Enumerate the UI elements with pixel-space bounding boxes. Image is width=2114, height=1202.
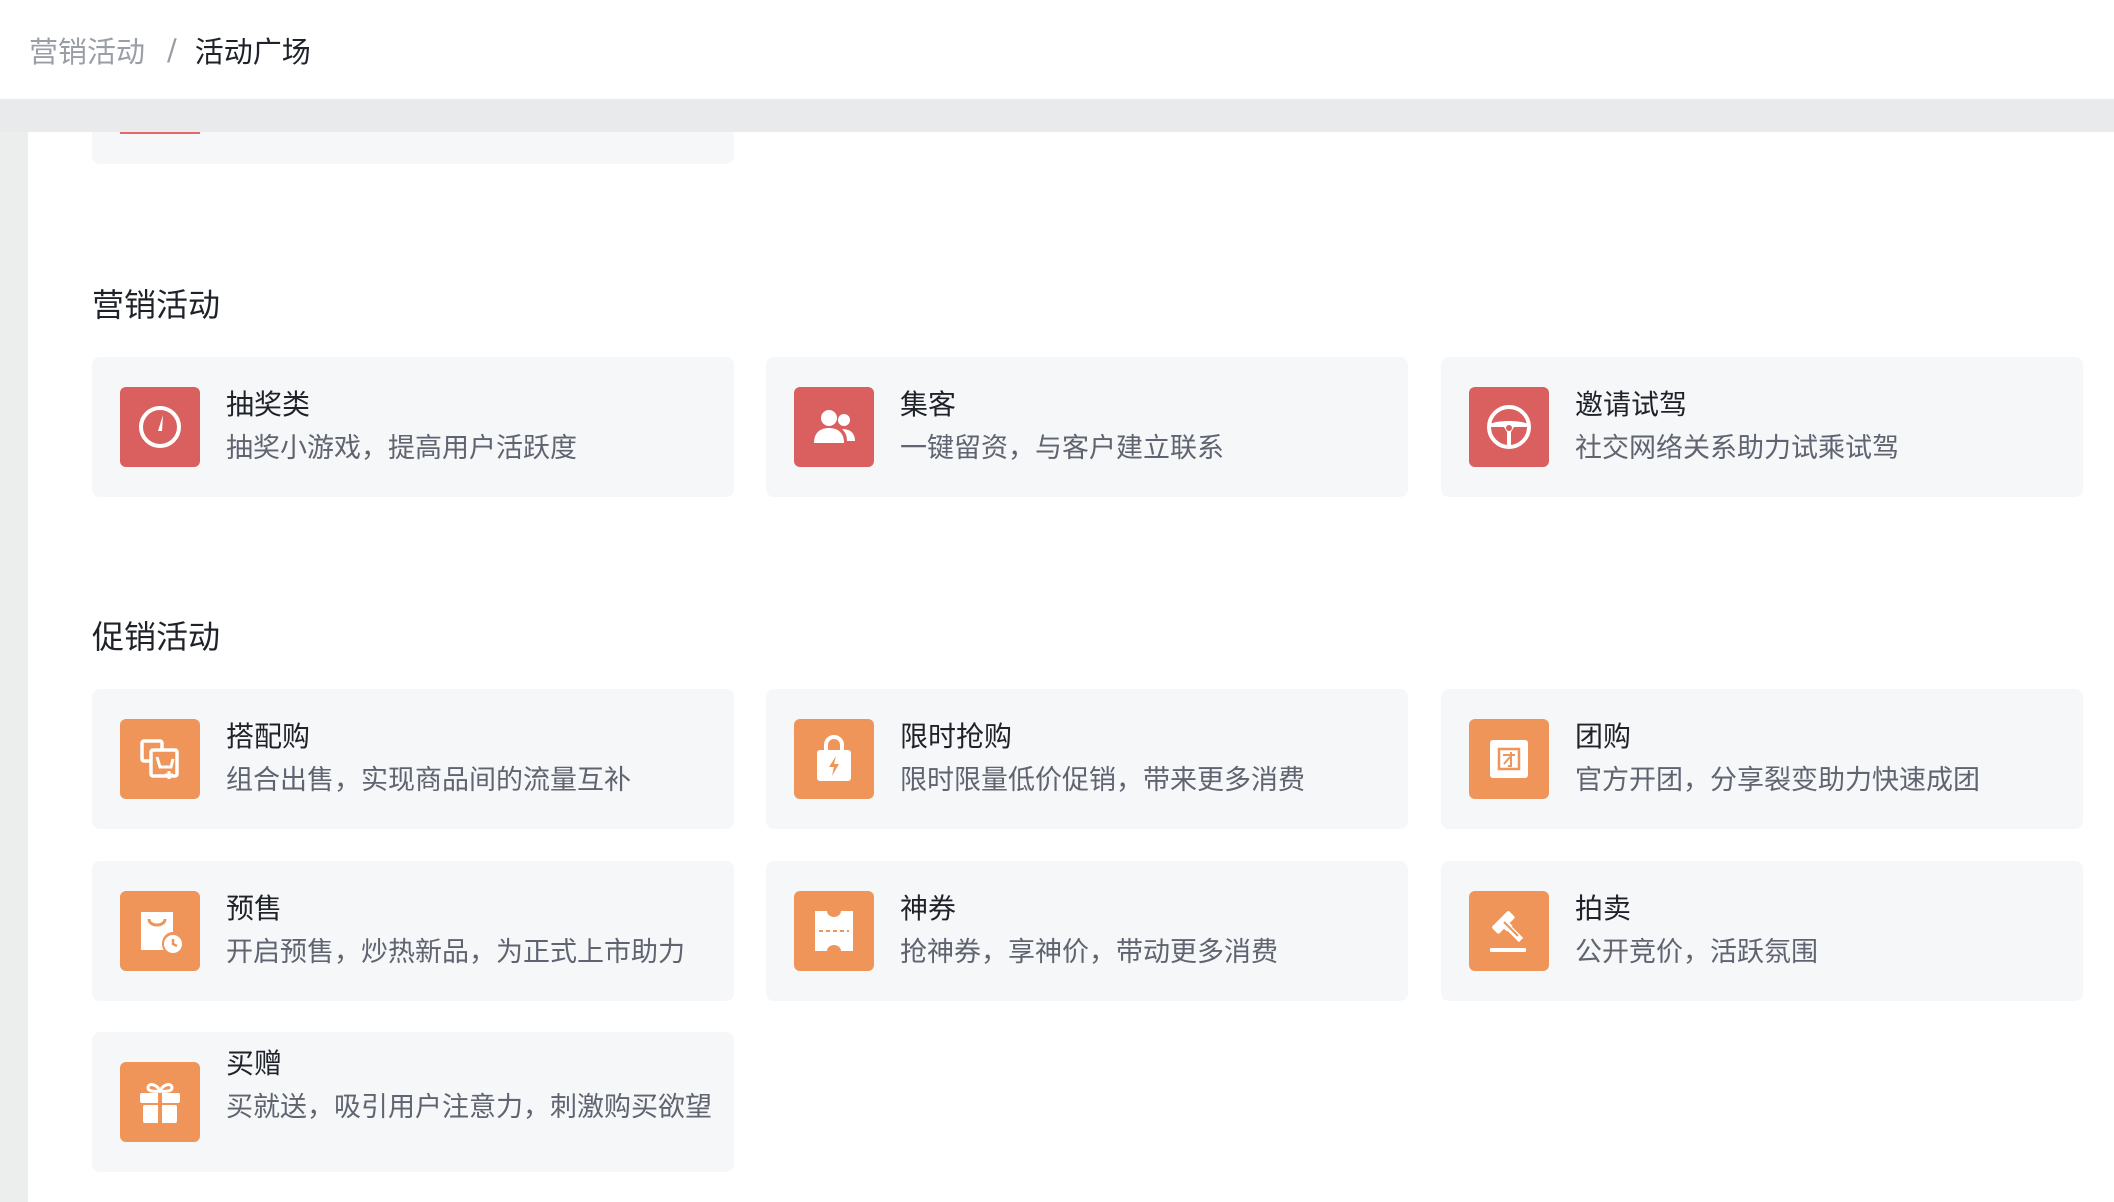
card-title: 神券: [900, 892, 957, 925]
activity-card-lead-collection[interactable]: 集客 一键留资，与客户建立联系: [766, 357, 1408, 497]
card-title: 拍卖: [1575, 892, 1632, 925]
section-title-marketing: 营销活动: [92, 286, 221, 324]
card-description: 公开竞价，活跃氛围: [1575, 937, 1818, 968]
activity-card-flash-sale[interactable]: 限时抢购 限时限量低价促销，带来更多消费: [766, 689, 1408, 829]
card-title: 买赠: [226, 1047, 283, 1080]
group-buy-icon: [1469, 719, 1549, 799]
card-description: 组合出售，实现商品间的流量互补: [226, 765, 631, 796]
gavel-icon: [1469, 891, 1549, 971]
card-title: 限时抢购: [900, 720, 1013, 753]
card-title: 团购: [1575, 720, 1632, 753]
section-title-promotion: 促销活动: [92, 618, 221, 656]
card-description: 买就送，吸引用户注意力，刺激购买欲望: [226, 1092, 712, 1123]
card-description: 抢神券，享神价，带动更多消费: [900, 937, 1278, 968]
card-description: 社交网络关系助力试乘试驾: [1575, 433, 1899, 464]
coupon-icon: [794, 891, 874, 971]
presale-bag-icon: [120, 891, 200, 971]
activity-card-group-buy[interactable]: 团购 官方开团，分享裂变助力快速成团: [1441, 689, 2083, 829]
activity-card-presale[interactable]: 预售 开启预售，炒热新品，为正式上市助力: [92, 861, 734, 1001]
users-icon: [794, 387, 874, 467]
breadcrumb-separator: /: [167, 32, 177, 67]
activity-card-lottery[interactable]: 抽奖类 抽奖小游戏，提高用户活跃度: [92, 357, 734, 497]
activity-card-auction[interactable]: 拍卖 公开竞价，活跃氛围: [1441, 861, 2083, 1001]
card-description: 一键留资，与客户建立联系: [900, 433, 1224, 464]
card-title: 搭配购: [226, 720, 311, 753]
flash-bag-icon: [794, 719, 874, 799]
steering-wheel-icon: [1469, 387, 1549, 467]
card-description: 抽奖小游戏，提高用户活跃度: [226, 433, 577, 464]
card-title: 集客: [900, 388, 957, 421]
page: 营销活动 / 活动广场 营销活动 抽奖类 抽奖小游戏，提高用户活跃度 集客 一键…: [0, 0, 2114, 1202]
card-title: 预售: [226, 892, 283, 925]
activity-card-bundle[interactable]: 搭配购 组合出售，实现商品间的流量互补: [92, 689, 734, 829]
scrolled-card-partial[interactable]: [92, 132, 734, 164]
card-description: 官方开团，分享裂变助力快速成团: [1575, 765, 1980, 796]
gift-icon: [120, 1062, 200, 1142]
card-title: 抽奖类: [226, 388, 311, 421]
breadcrumb: 营销活动 / 活动广场: [0, 0, 2114, 99]
activity-card-buy-gift[interactable]: 买赠 买就送，吸引用户注意力，刺激购买欲望: [92, 1032, 734, 1172]
card-title: 邀请试驾: [1575, 388, 1688, 421]
lottery-dial-icon: [120, 387, 200, 467]
main-content[interactable]: 营销活动 抽奖类 抽奖小游戏，提高用户活跃度 集客 一键留资，与客户建立联系 邀…: [28, 132, 2114, 1202]
breadcrumb-parent-link[interactable]: 营销活动: [29, 29, 145, 71]
card-description: 限时限量低价促销，带来更多消费: [900, 765, 1305, 796]
header-divider: [0, 99, 2114, 132]
activity-card-test-drive[interactable]: 邀请试驾 社交网络关系助力试乘试驾: [1441, 357, 2083, 497]
activity-card-coupon[interactable]: 神券 抢神券，享神价，带动更多消费: [766, 861, 1408, 1001]
breadcrumb-current: 活动广场: [194, 34, 311, 69]
card-description: 开启预售，炒热新品，为正式上市助力: [226, 937, 685, 968]
bundle-cart-icon: [120, 719, 200, 799]
partial-icon: [120, 132, 200, 134]
